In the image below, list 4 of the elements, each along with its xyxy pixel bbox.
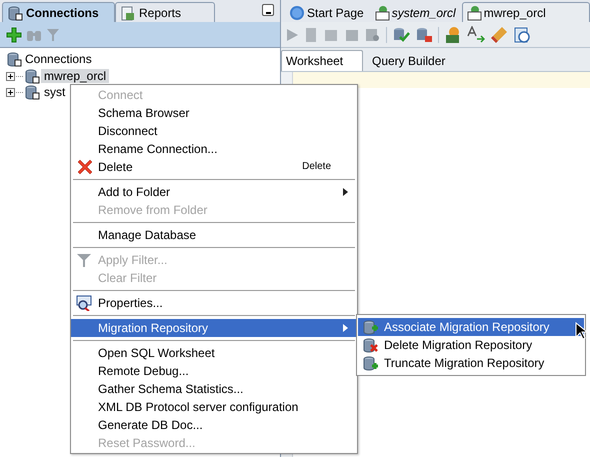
shortcut-label: Delete [302,160,331,174]
tab-label: system_orcl [392,6,456,20]
tab-label: Start Page [307,6,364,20]
tab-label: mwrep_orcl [484,6,546,20]
